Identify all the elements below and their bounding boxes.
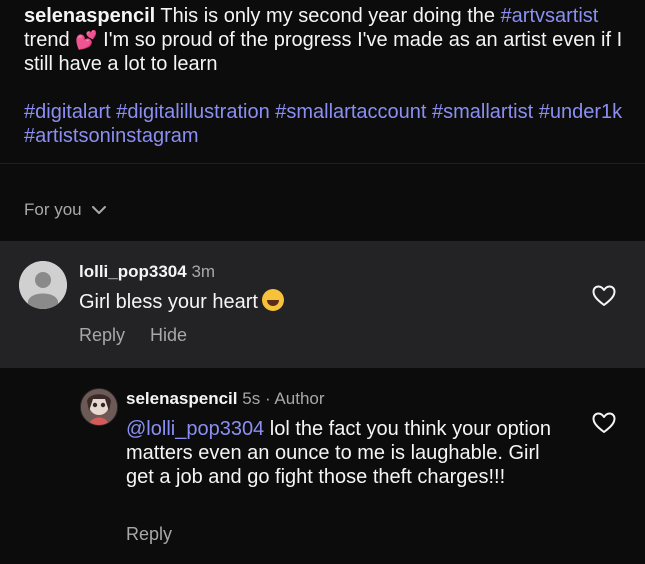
caption-text-2: trend <box>24 29 70 51</box>
hashtag[interactable]: #digitalart <box>24 101 111 123</box>
hashtag[interactable]: #smallartaccount <box>275 101 426 123</box>
reply-username[interactable]: selenaspencil <box>126 389 238 408</box>
comment-username[interactable]: lolli_pop3304 <box>79 262 187 281</box>
author-badge: Author <box>274 389 325 408</box>
reply-button[interactable]: Reply <box>79 325 125 346</box>
separator-dot: · <box>264 389 271 408</box>
hide-button[interactable]: Hide <box>150 325 187 346</box>
reply-time: 5s <box>242 389 261 408</box>
comment-time: 3m <box>191 262 216 281</box>
sort-label: For you <box>24 200 82 219</box>
reply-button[interactable]: Reply <box>126 524 172 545</box>
heart-icon[interactable] <box>592 285 616 307</box>
sort-dropdown[interactable]: For you <box>24 200 106 220</box>
hashtag[interactable]: #artistsoninstagram <box>24 125 199 147</box>
caption-body: selenaspencil This is only my second yea… <box>24 4 624 76</box>
hashtag-artvsartist[interactable]: #artvsartist <box>501 5 599 27</box>
avatar[interactable] <box>80 388 118 426</box>
comment-text: Girl bless your heart <box>79 289 284 314</box>
avatar[interactable] <box>19 261 67 309</box>
two-hearts-emoji: 💕 <box>75 30 98 50</box>
post-caption: selenaspencil This is only my second yea… <box>24 4 624 148</box>
user-avatar-image <box>81 389 117 425</box>
reply-text: @lolli_pop3304 lol the fact you think yo… <box>126 417 556 489</box>
divider <box>0 163 645 164</box>
hashtag[interactable]: #smallartist <box>432 101 533 123</box>
chevron-down-icon <box>91 205 106 214</box>
caption-text-1: This is only my second year doing the <box>160 5 495 27</box>
laughing-face-icon <box>261 289 284 311</box>
comment-body: Girl bless your heart <box>79 291 258 313</box>
default-avatar-icon <box>19 261 67 309</box>
hashtag-list: #digitalart #digitalillustration #smalla… <box>24 100 624 148</box>
hashtag[interactable]: #digitalillustration <box>116 101 269 123</box>
caption-username[interactable]: selenaspencil <box>24 5 155 27</box>
reply-meta: selenaspencil 5s · Author <box>126 389 325 409</box>
comment-meta: lolli_pop3304 3m <box>79 262 215 282</box>
mention-link[interactable]: @lolli_pop3304 <box>126 418 264 440</box>
heart-icon[interactable] <box>592 412 616 434</box>
comment-actions: Reply Hide <box>79 325 187 346</box>
reply-actions: Reply <box>126 524 172 545</box>
caption-text-3: I'm so proud of the progress I've made a… <box>24 29 623 75</box>
hashtag[interactable]: #under1k <box>539 101 622 123</box>
